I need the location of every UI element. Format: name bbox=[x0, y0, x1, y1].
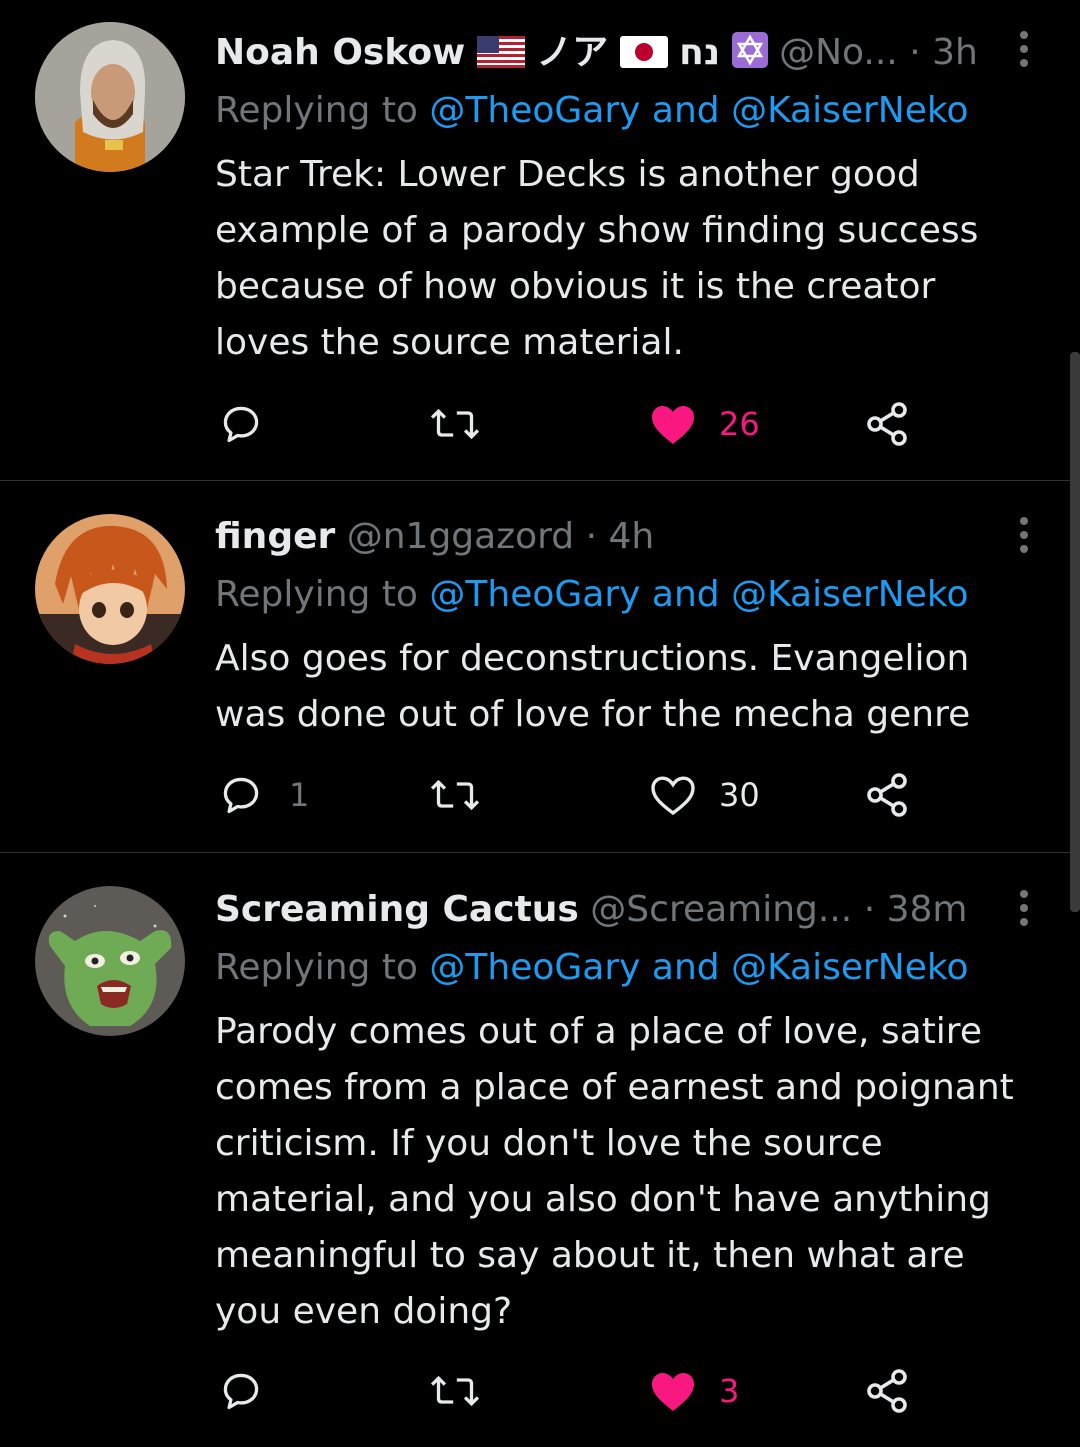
display-name[interactable]: finger bbox=[215, 516, 335, 557]
share-icon bbox=[867, 773, 907, 817]
share-icon bbox=[867, 402, 907, 446]
separator-dot: · bbox=[585, 516, 598, 557]
replying-to: Replying to @TheoGary and @KaiserNeko bbox=[215, 573, 968, 617]
more-options-button[interactable] bbox=[1012, 29, 1036, 69]
tweet-text: Star Trek: Lower Decks is another good e… bbox=[215, 154, 979, 363]
avatar-image bbox=[35, 886, 185, 1036]
timestamp[interactable]: 4h bbox=[609, 516, 655, 557]
retweet-button[interactable] bbox=[427, 398, 505, 450]
replying-prefix: Replying to bbox=[215, 90, 430, 131]
tweet-3[interactable]: Screaming Cactus @Screaming... · 38m Rep… bbox=[0, 853, 1080, 1447]
replying-to: Replying to @TheoGary and @KaiserNeko bbox=[215, 946, 968, 990]
japan-flag-icon bbox=[619, 35, 668, 79]
timestamp[interactable]: 38m bbox=[887, 889, 968, 930]
display-name[interactable]: Screaming Cactus bbox=[215, 889, 579, 930]
share-icon bbox=[867, 1369, 907, 1413]
reply-icon bbox=[223, 1373, 259, 1410]
replying-prefix: Replying to bbox=[215, 947, 430, 988]
like-button[interactable]: 30 bbox=[649, 769, 760, 821]
heart-icon bbox=[652, 406, 694, 444]
heart-icon bbox=[652, 1373, 694, 1411]
avatar-image bbox=[35, 514, 185, 664]
avatar[interactable] bbox=[35, 22, 185, 172]
name-emoji bbox=[476, 35, 525, 79]
tweet-actions: 26 bbox=[215, 398, 935, 450]
avatar[interactable] bbox=[35, 514, 185, 664]
us-flag-icon bbox=[476, 36, 525, 68]
reply-button[interactable] bbox=[219, 398, 285, 450]
tweet-actions: 3 bbox=[215, 1365, 935, 1417]
share-button[interactable] bbox=[863, 769, 911, 821]
separator-dot: · bbox=[909, 32, 921, 73]
share-button[interactable] bbox=[863, 1365, 911, 1417]
replying-to-links[interactable]: @TheoGary and @KaiserNeko bbox=[429, 90, 968, 131]
retweet-button[interactable] bbox=[427, 769, 505, 821]
like-button[interactable]: 3 bbox=[649, 1365, 739, 1417]
display-name[interactable]: Noah Oskow bbox=[215, 32, 465, 73]
tweet-1[interactable]: Noah Oskow ノア נח @No... · 3h Replying to… bbox=[0, 0, 1080, 480]
share-button[interactable] bbox=[863, 398, 911, 450]
like-count: 26 bbox=[719, 405, 760, 443]
reply-button[interactable] bbox=[219, 1365, 285, 1417]
retweet-button[interactable] bbox=[427, 1365, 505, 1417]
user-handle[interactable]: @n1ggazord bbox=[347, 516, 574, 557]
retweet-icon bbox=[430, 408, 480, 440]
avatar[interactable] bbox=[35, 886, 185, 1036]
tweet-2[interactable]: finger @n1ggazord · 4h Replying to @Theo… bbox=[0, 481, 1080, 853]
tweet-header: finger @n1ggazord · 4h bbox=[215, 515, 988, 559]
reply-count: 1 bbox=[289, 776, 310, 814]
tweet-text: Also goes for deconstructions. Evangelio… bbox=[215, 638, 971, 735]
star-of-david-icon bbox=[731, 32, 768, 79]
like-button[interactable]: 26 bbox=[649, 398, 760, 450]
user-handle[interactable]: @Screaming... bbox=[590, 889, 852, 930]
avatar-image bbox=[35, 22, 185, 172]
more-icon bbox=[1020, 517, 1028, 525]
name-suffix-hebrew: נח bbox=[679, 32, 721, 73]
name-suffix-japanese: ノア bbox=[536, 32, 609, 73]
replying-to-links[interactable]: @TheoGary and @KaiserNeko bbox=[429, 947, 968, 988]
tweet-header: Noah Oskow ノア נח @No... · 3h bbox=[215, 31, 988, 79]
heart-icon bbox=[651, 776, 695, 816]
retweet-icon bbox=[430, 779, 480, 811]
tweet-header: Screaming Cactus @Screaming... · 38m bbox=[215, 888, 988, 932]
tweet-text: Parody comes out of a place of love, sat… bbox=[215, 1011, 1014, 1332]
scrollbar[interactable] bbox=[1070, 352, 1080, 912]
tweet-actions: 1 30 bbox=[215, 769, 935, 821]
like-count: 30 bbox=[719, 776, 760, 814]
separator-dot: · bbox=[863, 889, 876, 930]
replying-prefix: Replying to bbox=[215, 574, 430, 615]
more-icon bbox=[1020, 890, 1028, 898]
reply-button[interactable]: 1 bbox=[219, 769, 309, 821]
more-icon bbox=[1020, 31, 1028, 39]
retweet-icon bbox=[430, 1375, 480, 1407]
reply-icon bbox=[223, 777, 259, 814]
more-options-button[interactable] bbox=[1012, 888, 1036, 928]
more-options-button[interactable] bbox=[1012, 515, 1036, 555]
replying-to: Replying to @TheoGary and @KaiserNeko bbox=[215, 89, 968, 133]
user-handle[interactable]: @No... bbox=[779, 32, 898, 73]
reply-icon bbox=[223, 406, 259, 443]
timestamp[interactable]: 3h bbox=[932, 32, 978, 73]
like-count: 3 bbox=[719, 1372, 740, 1410]
replying-to-links[interactable]: @TheoGary and @KaiserNeko bbox=[429, 574, 968, 615]
